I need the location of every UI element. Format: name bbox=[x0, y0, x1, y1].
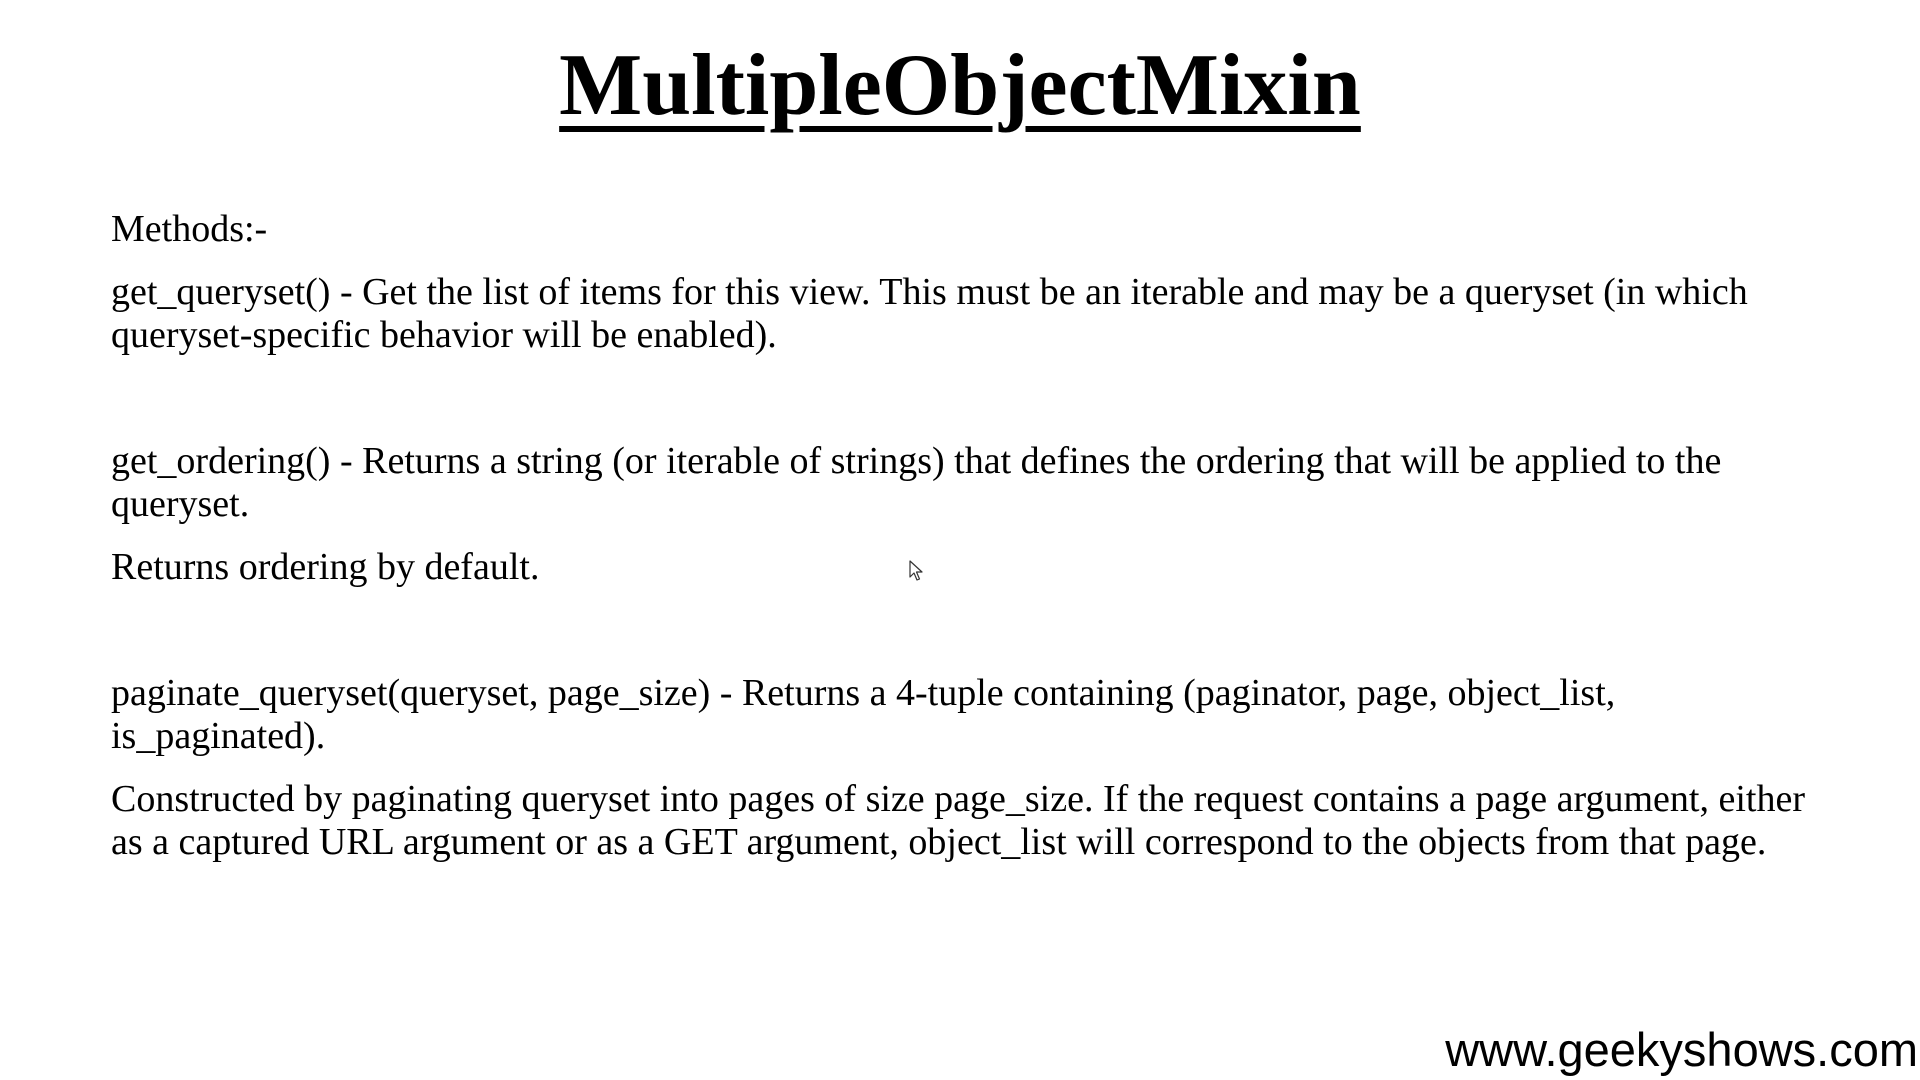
methods-heading: Methods:- bbox=[111, 208, 268, 250]
footer-website-url: www.geekyshows.com bbox=[1445, 1023, 1918, 1076]
slide-body: Methods:- get_queryset() - Get the list … bbox=[111, 208, 1811, 884]
slide-title: MultipleObjectMixin bbox=[559, 37, 1361, 134]
method-get-queryset-description: get_queryset() - Get the list of items f… bbox=[111, 271, 1748, 356]
slide: MultipleObjectMixin Methods:- get_querys… bbox=[0, 0, 1920, 1080]
mouse-pointer-icon bbox=[909, 560, 923, 581]
method-get-ordering-description: get_ordering() - Returns a string (or it… bbox=[111, 440, 1722, 525]
method-paginate-queryset-note: Constructed by paginating queryset into … bbox=[111, 778, 1805, 863]
method-get-ordering-note: Returns ordering by default. bbox=[111, 546, 540, 588]
method-paginate-queryset-description: paginate_queryset(queryset, page_size) -… bbox=[111, 672, 1616, 757]
